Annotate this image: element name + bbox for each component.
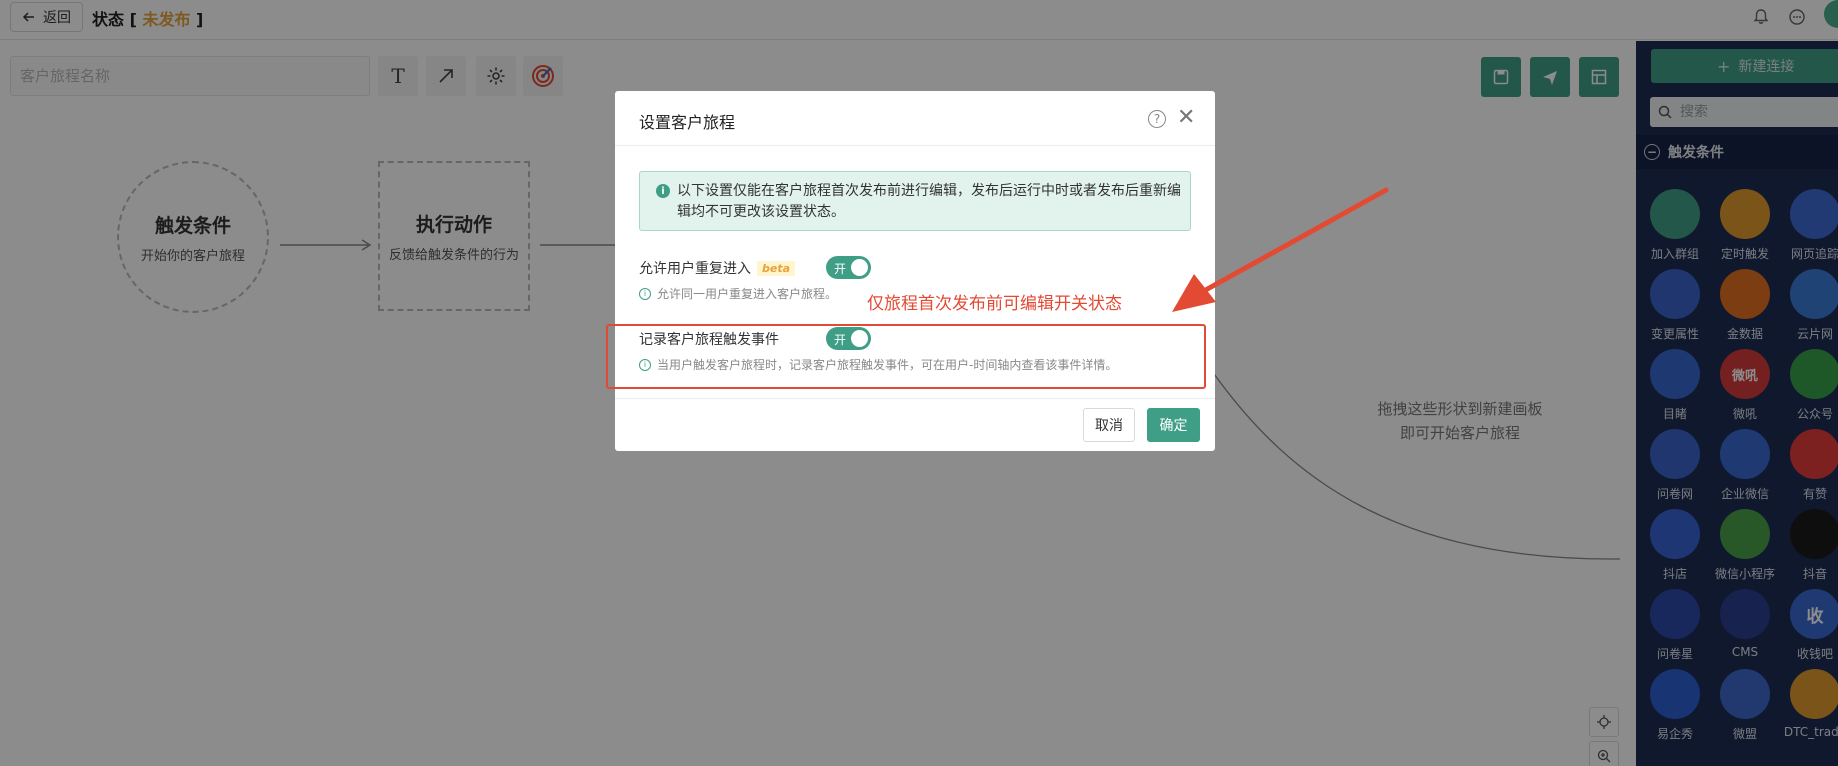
confirm-button[interactable]: 确定 [1147, 408, 1200, 442]
help-icon[interactable]: ? [1148, 110, 1166, 128]
annotation-arrow [1172, 187, 1389, 312]
repeat-entry-desc: i 允许同一用户重复进入客户旅程。 [639, 285, 837, 302]
annotation-text: 仅旅程首次发布前可编辑开关状态 [867, 294, 1122, 314]
journey-settings-modal: 设置客户旅程 ? ✕ i 以下设置仅能在客户旅程首次发布前进行编辑，发布后运行中… [615, 91, 1215, 451]
modal-footer-divider [615, 398, 1215, 399]
annotation-highlight-box [606, 324, 1206, 389]
repeat-entry-text: 允许用户重复进入 [639, 261, 751, 277]
switch-on-text: 开 [834, 262, 847, 276]
repeat-entry-label: 允许用户重复进入 beta [639, 258, 796, 278]
cancel-button[interactable]: 取消 [1083, 408, 1135, 442]
modal-header: 设置客户旅程 ? ✕ [615, 91, 1215, 146]
info-alert: i 以下设置仅能在客户旅程首次发布前进行编辑，发布后运行中时或者发布后重新编辑均… [639, 171, 1191, 231]
info-icon: i [656, 184, 670, 198]
alert-text: 以下设置仅能在客户旅程首次发布前进行编辑，发布后运行中时或者发布后重新编辑均不可… [677, 183, 1181, 220]
info-small-icon: i [639, 287, 651, 300]
close-icon[interactable]: ✕ [1177, 105, 1195, 131]
repeat-entry-switch[interactable]: 开 [826, 256, 871, 279]
beta-badge: beta [757, 260, 796, 276]
repeat-entry-desc-text: 允许同一用户重复进入客户旅程。 [657, 287, 838, 301]
modal-title: 设置客户旅程 [639, 113, 736, 132]
switch-knob [851, 259, 868, 276]
